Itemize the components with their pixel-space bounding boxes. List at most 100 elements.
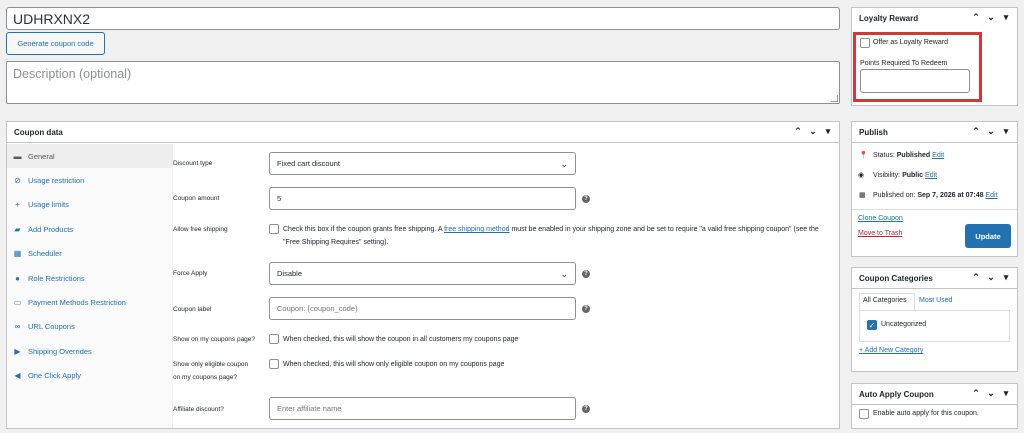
help-icon[interactable]: ? [582,305,590,313]
collapse-icon[interactable]: ▾ [823,126,833,137]
show-eligible-description: When checked, this will show only eligib… [283,361,505,368]
add-new-category-link[interactable]: + Add New Category [859,347,923,354]
published-row: Published on: Sep 7, 2026 at 07:48 Edit [873,192,998,199]
loyalty-offer-label: Offer as Loyalty Reward [873,39,948,46]
status-row: Status: Published Edit [873,152,945,159]
coupon-amount-label: Coupon amount [173,195,220,202]
link-icon: ∞ [14,322,21,332]
move-to-trash-link[interactable]: Move to Trash [858,230,902,237]
megaphone-icon: ◀ [14,371,21,381]
card-icon: ▭ [13,298,22,308]
coupon-label-input[interactable] [269,297,576,320]
uncategorized-checkbox[interactable]: ✓ [867,320,877,330]
publish-header: Publish ⌃ ⌄ ▾ [852,122,1017,143]
person-icon: ● [15,273,20,283]
tab-usage-restriction[interactable]: ⊘ Usage restriction [7,168,172,192]
free-shipping-label: Allow free shipping [173,226,228,233]
free-shipping-method-link[interactable]: free shipping method [444,226,509,233]
collapse-icon[interactable]: ▾ [1001,12,1011,23]
generate-coupon-button[interactable]: Generate coupon code [6,32,105,55]
cart-icon: ▰ [14,224,21,234]
free-shipping-checkbox[interactable] [269,224,279,234]
coupon-data-header: Coupon data ⌃ ⌄ ▾ [7,122,839,143]
help-icon[interactable]: ? [582,405,590,413]
pin-icon: 📍 [859,152,868,159]
help-icon[interactable]: ? [582,270,590,278]
move-down-icon[interactable]: ⌄ [986,388,996,399]
coupon-data-title: Coupon data [14,127,63,137]
tab-scheduler[interactable]: ▦ Scheduler [7,242,172,266]
tab-most-used[interactable]: Most Used [919,297,952,304]
show-eligible-label: Show only eligible coupon on my coupons p… [173,361,249,381]
published-edit-link[interactable]: Edit [985,192,997,199]
tab-all-categories-label: All Categories [863,297,907,304]
auto-apply-panel: Auto Apply Coupon ⌃ ⌄ ▾ [851,383,1018,429]
auto-apply-checkbox[interactable] [859,409,869,419]
coupon-data-tabs: ▬ General ⊘ Usage restriction + Usage limit… [7,144,173,428]
status-edit-link[interactable]: Edit [932,152,944,159]
tab-url-coupons[interactable]: ∞ URL Coupons [7,315,172,339]
eye-icon: ◉ [858,172,865,179]
visibility-edit-link[interactable]: Edit [925,172,937,179]
tab-one-click-apply[interactable]: ◀ One Click Apply [7,364,172,388]
move-up-icon[interactable]: ⌃ [793,126,803,137]
calendar-icon: ▦ [13,249,22,259]
tab-shipping-overrides[interactable]: ▶ Shipping Overrides [7,339,172,363]
discount-type-label: Discount type [173,160,213,167]
auto-apply-title: Auto Apply Coupon [859,389,934,399]
coupon-label-label: Coupon label [173,306,212,313]
force-apply-label: Force Apply [173,270,208,277]
move-up-icon[interactable]: ⌃ [971,388,981,399]
clone-coupon-link[interactable]: Clone Coupon [858,215,903,222]
discount-type-select[interactable]: Fixed cart discount ⌄ [269,152,576,175]
loyalty-reward-header: Loyalty Reward ⌃ ⌄ ▾ [852,8,1017,29]
plus-icon: + [15,200,20,210]
tab-role-restrictions[interactable]: ● Role Restrictions [7,266,172,290]
visibility-row: Visibility: Public Edit [873,172,938,179]
show-on-page-label: Show on my coupons page? [173,336,256,343]
tab-usage-limits[interactable]: + Usage limits [7,193,172,217]
loyalty-reward-title: Loyalty Reward [859,14,919,23]
move-up-icon[interactable]: ⌃ [971,12,981,23]
show-on-page-checkbox[interactable] [269,334,279,344]
points-required-input[interactable] [860,69,970,93]
coupon-code-input[interactable] [6,7,840,30]
description-textarea[interactable]: Description (optional) [6,61,840,104]
help-icon[interactable]: ? [582,195,590,203]
coupon-categories-title: Coupon Categories [859,273,933,283]
uncategorized-label: Uncategorized [881,321,927,328]
resize-handle-icon[interactable] [831,95,838,102]
collapse-icon[interactable]: ▾ [1001,126,1011,137]
show-eligible-checkbox[interactable] [269,359,279,369]
auto-apply-label: Enable auto apply for this coupon. [873,410,979,417]
ticket-icon: ▬ [13,151,22,161]
affiliate-label: Affiliate discount? [173,406,224,413]
move-down-icon[interactable]: ⌄ [986,12,996,23]
truck-icon: ▶ [14,346,21,356]
points-required-label: Points Required To Redeem [860,60,948,67]
description-placeholder: Description (optional) [13,67,132,81]
coupon-categories-header: Coupon Categories ⌃ ⌄ ▾ [852,268,1017,289]
collapse-icon[interactable]: ▾ [1001,388,1011,399]
update-button[interactable]: Update [965,224,1011,248]
calendar-icon: ▦ [859,192,866,199]
chevron-down-icon: ⌄ [560,269,568,279]
tab-add-products[interactable]: ▰ Add Products [7,217,172,241]
loyalty-offer-checkbox[interactable] [860,38,870,48]
move-up-icon[interactable]: ⌃ [971,272,981,283]
show-on-page-description: When checked, this will show the coupon … [283,336,519,343]
collapse-icon[interactable]: ▾ [1001,272,1011,283]
force-apply-select[interactable]: Disable ⌄ [269,262,576,285]
divider [852,209,1017,210]
affiliate-input[interactable] [269,397,576,420]
move-down-icon[interactable]: ⌄ [986,272,996,283]
coupon-amount-input[interactable] [269,187,576,210]
tab-payment-methods-restriction[interactable]: ▭ Payment Methods Restriction [7,290,172,314]
move-down-icon[interactable]: ⌄ [986,126,996,137]
free-shipping-description: Check this box if the coupon grants free… [283,226,819,246]
chevron-down-icon: ⌄ [560,159,568,169]
block-icon: ⊘ [14,176,21,186]
tab-general[interactable]: ▬ General [7,144,172,169]
move-up-icon[interactable]: ⌃ [971,126,981,137]
move-down-icon[interactable]: ⌄ [808,126,818,137]
